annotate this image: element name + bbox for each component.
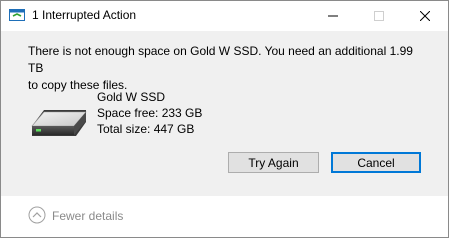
window-app-icon (9, 9, 25, 21)
drive-name: Gold W SSD (97, 90, 166, 104)
window-title: 1 Interrupted Action (32, 8, 137, 22)
drive-total-size: Total size: 447 GB (97, 122, 195, 136)
hard-drive-icon (31, 110, 87, 136)
maximize-button[interactable] (356, 1, 402, 31)
error-message-line-1: There is not enough space on Gold W SSD.… (28, 44, 413, 75)
error-message-line-2: to copy these files. (28, 78, 128, 92)
dialog-footer: Fewer details (1, 196, 448, 237)
maximize-icon (374, 11, 384, 21)
cancel-button[interactable]: Cancel (331, 152, 421, 173)
try-again-button[interactable]: Try Again (228, 152, 319, 173)
close-button[interactable] (402, 1, 448, 31)
interrupted-action-dialog: 1 Interrupted Action There is not enough… (0, 0, 449, 238)
minimize-icon (328, 15, 338, 17)
dialog-content: There is not enough space on Gold W SSD.… (1, 31, 448, 196)
close-icon (420, 11, 430, 21)
fewer-details-link[interactable]: Fewer details (52, 209, 123, 223)
drive-space-free: Space free: 233 GB (97, 106, 203, 120)
error-message: There is not enough space on Gold W SSD.… (28, 43, 428, 94)
title-bar[interactable]: 1 Interrupted Action (1, 1, 448, 31)
drive-info: Gold W SSD Space free: 233 GB Total size… (97, 89, 202, 137)
minimize-button[interactable] (310, 1, 356, 31)
chevron-up-circle-icon[interactable] (28, 206, 46, 224)
